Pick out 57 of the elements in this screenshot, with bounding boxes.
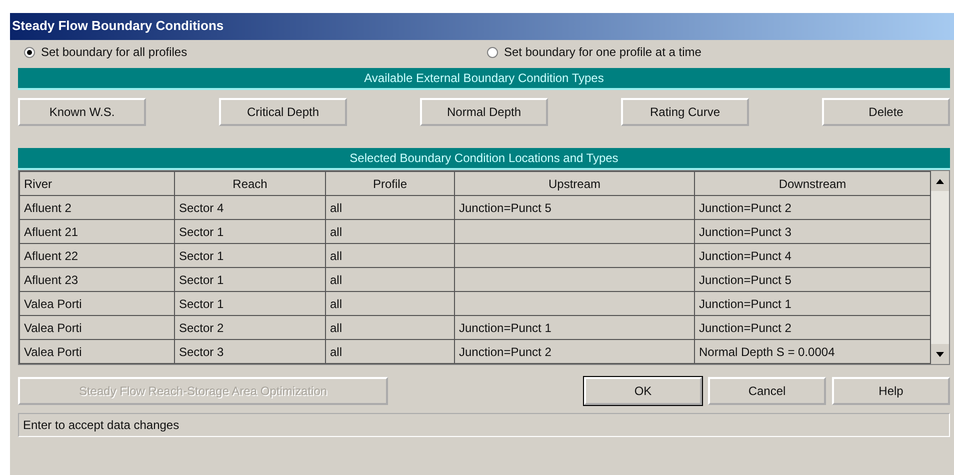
type-button[interactable]: Delete [822,98,950,126]
table-cell: Junction=Punct 2 [694,196,930,220]
status-bar: Enter to accept data changes [18,413,950,437]
table-cell: Sector 1 [174,244,326,268]
type-button[interactable]: Critical Depth [219,98,347,126]
table-cell: all [326,316,454,340]
table-cell: Afluent 2 [20,196,174,220]
type-button[interactable]: Normal Depth [420,98,548,126]
table-cell: Sector 1 [174,268,326,292]
radio-icon[interactable] [24,46,35,58]
dialog-button[interactable]: Cancel [708,377,826,405]
column-header: Downstream [694,172,930,196]
table-cell: all [326,292,454,316]
table-cell: Afluent 22 [20,244,174,268]
window-title: Steady Flow Boundary Conditions [10,13,954,40]
radio-option[interactable]: Set boundary for one profile at a time [487,45,950,59]
type-button[interactable]: Known W.S. [18,98,146,126]
table-cell: Sector 3 [174,340,326,364]
table-cell: Junction=Punct 1 [694,292,930,316]
radio-option[interactable]: Set boundary for all profiles [24,45,487,59]
table-cell: Junction=Punct 2 [694,316,930,340]
dialog-button[interactable]: Help [832,377,950,405]
section-header: Available External Boundary Condition Types [18,68,950,90]
table-cell: all [326,220,454,244]
table-cell: Afluent 21 [20,220,174,244]
radio-label: Set boundary for one profile at a time [504,45,702,59]
table-cell: all [326,340,454,364]
table-cell: Valea Porti [20,316,174,340]
table-cell: Valea Porti [20,292,174,316]
table-cell: Sector 4 [174,196,326,220]
table-cell: Junction=Punct 5 [694,268,930,292]
radio-icon[interactable] [487,46,498,58]
table-cell: Sector 2 [174,316,326,340]
column-header: Profile [326,172,454,196]
table-cell: Sector 1 [174,220,326,244]
column-header: Upstream [454,172,694,196]
table-cell: Normal Depth S = 0.0004 [694,340,930,364]
scroll-down-icon[interactable] [931,344,949,364]
radio-label: Set boundary for all profiles [41,45,188,59]
column-header: River [20,172,174,196]
scroll-up-icon[interactable] [931,171,949,191]
table-cell: all [326,196,454,220]
table-cell: Junction=Punct 4 [694,244,930,268]
table-cell: Afluent 23 [20,268,174,292]
section-header: Selected Boundary Condition Locations and Types [18,148,950,170]
table-cell: all [326,268,454,292]
table-cell: Junction=Punct 5 [454,196,694,220]
type-button[interactable]: Rating Curve [621,98,749,126]
table-cell: Valea Porti [20,340,174,364]
table-cell: all [326,244,454,268]
table-cell: Junction=Punct 3 [694,220,930,244]
table-cell: Junction=Punct 2 [454,340,694,364]
dialog-button[interactable]: OK [584,377,702,405]
scrollbar[interactable] [931,171,949,364]
table-cell: Junction=Punct 1 [454,316,694,340]
column-header: Reach [174,172,326,196]
table-cell: Sector 1 [174,292,326,316]
